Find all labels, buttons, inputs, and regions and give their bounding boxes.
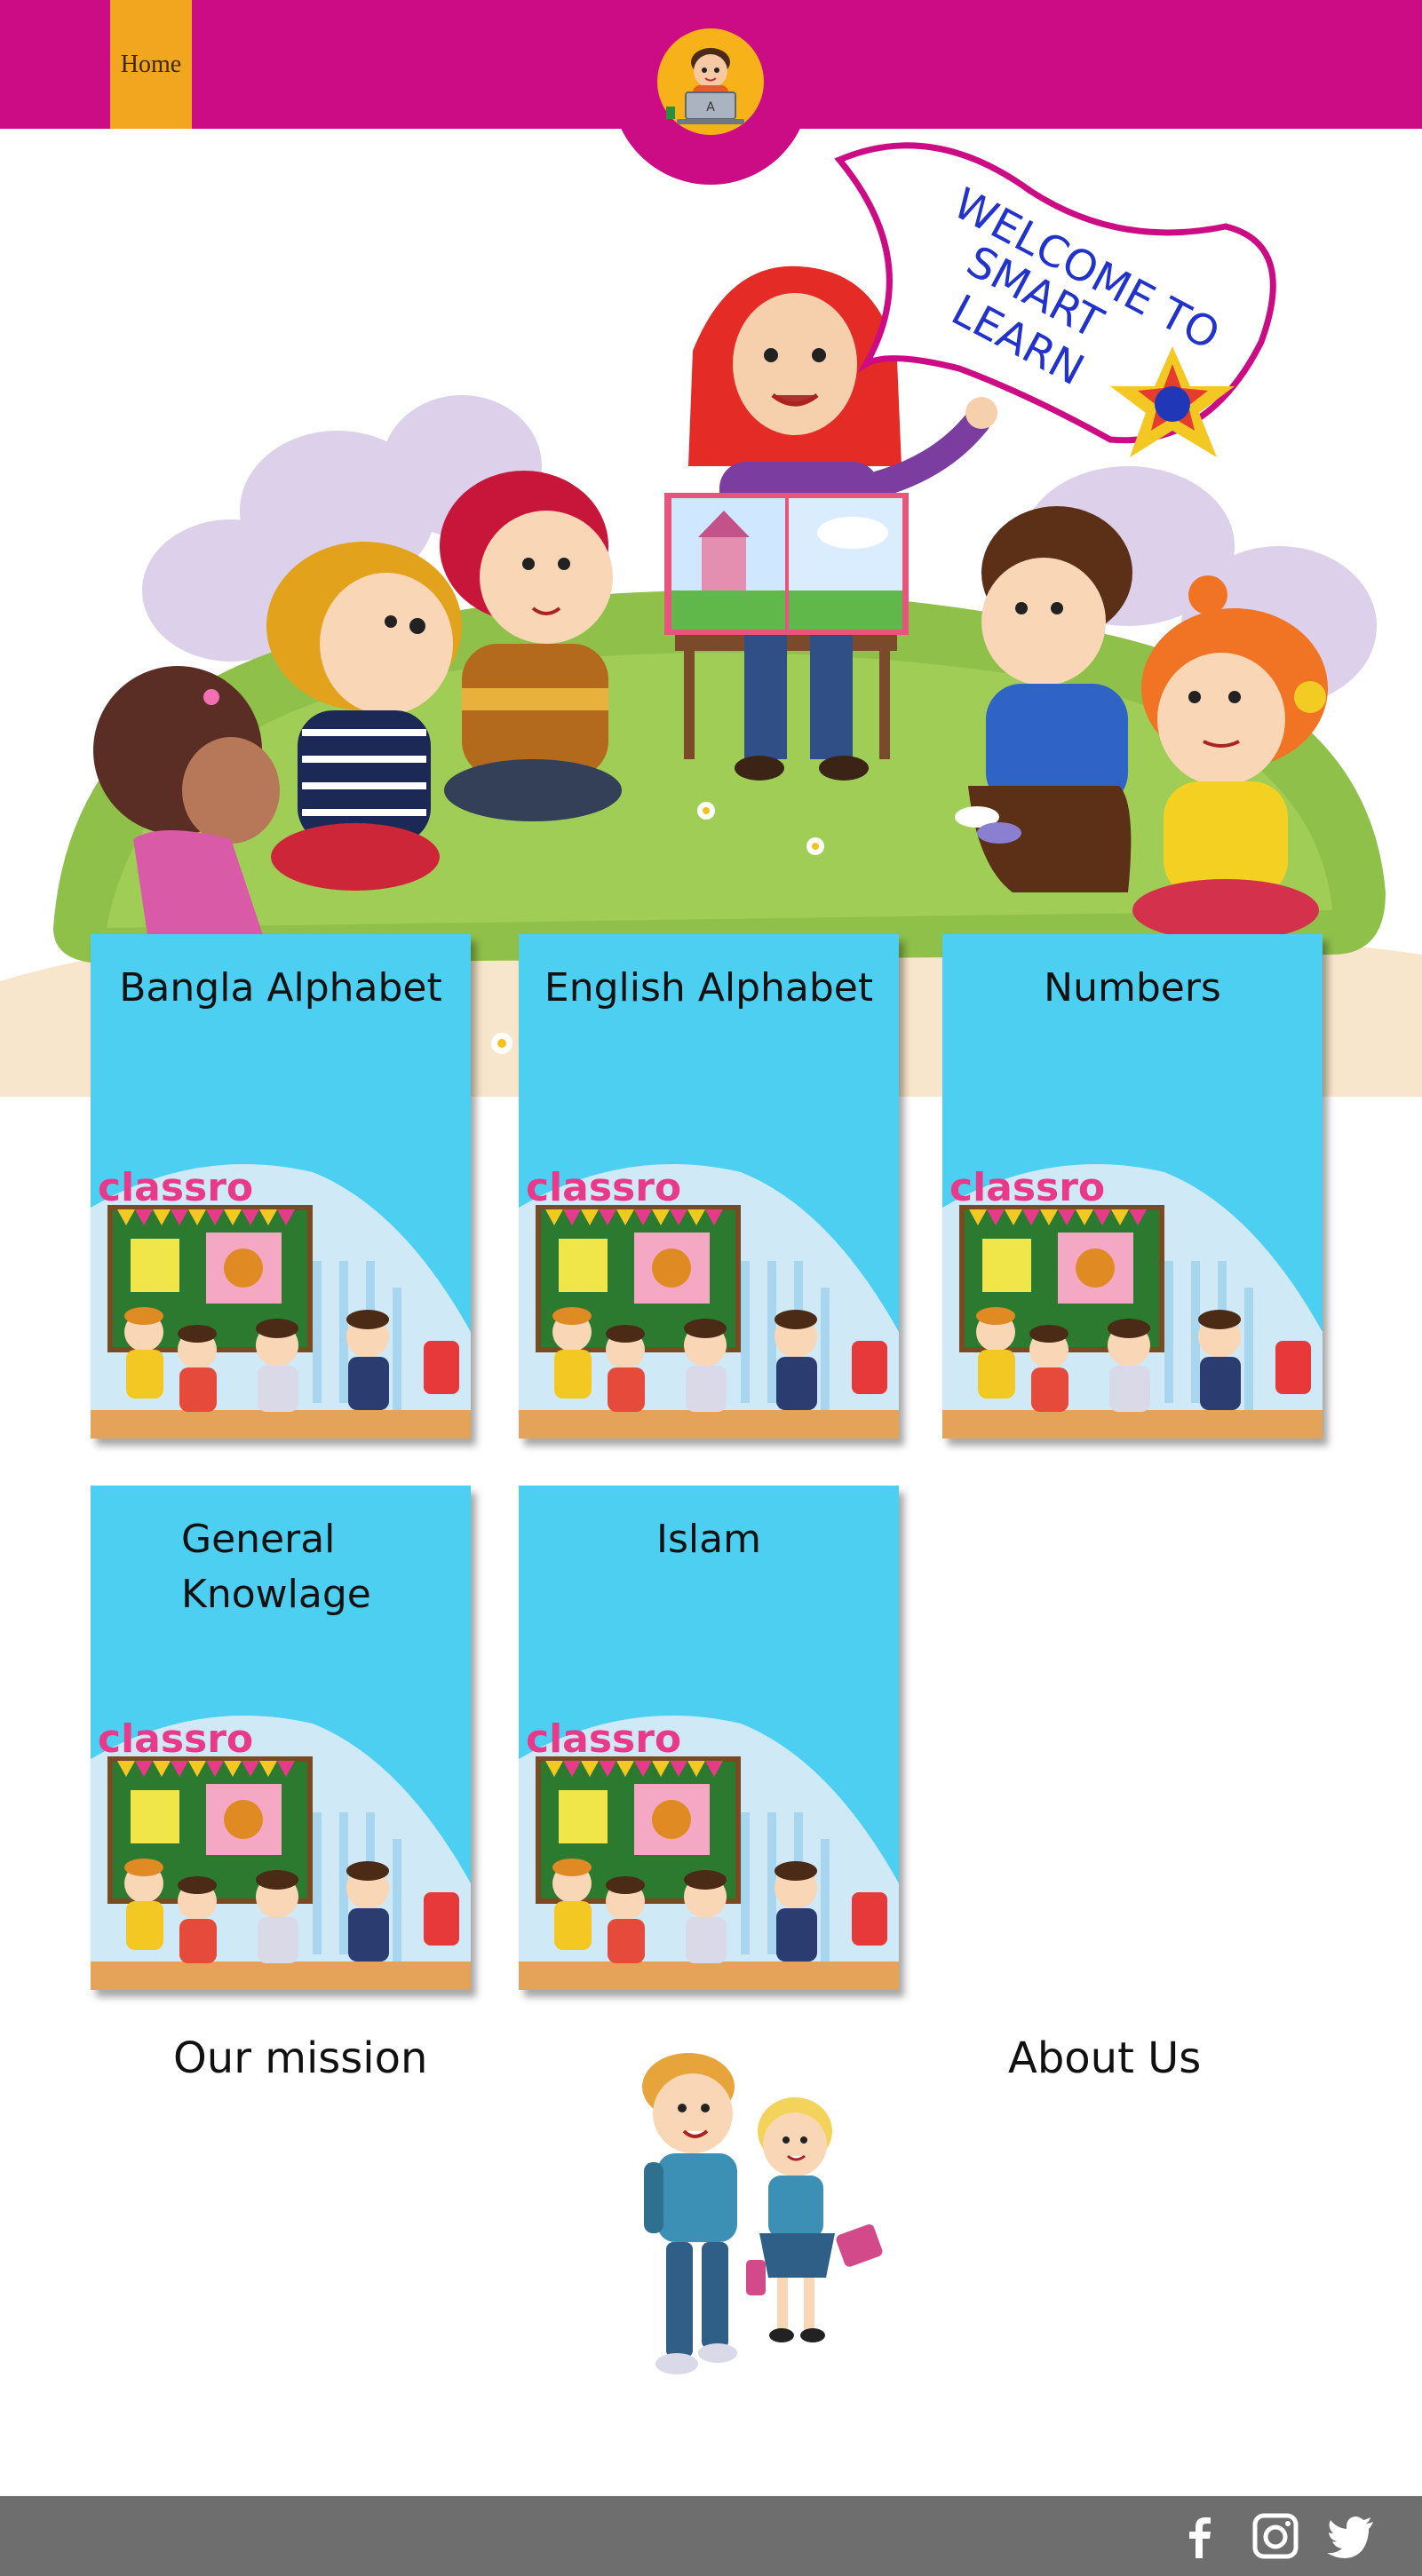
classroom-illustration [942,1154,1323,1439]
svg-text:A: A [706,100,715,115]
classroom-illustration [91,1154,471,1439]
welcome-banner: WELCOME TO SMART LEARN [834,142,1276,457]
category-card-english-alphabet[interactable]: English Alphabet [519,934,899,1439]
category-card-bangla-alphabet[interactable]: Bangla Alphabet [91,934,471,1439]
home-nav-button[interactable]: Home [110,0,192,129]
running-kids-illustration [642,2053,883,2374]
twitter-icon[interactable] [1323,2509,1378,2564]
kid-with-laptop-logo-icon[interactable]: A [641,27,780,142]
category-card-general-knowledge[interactable]: General Knowlage [91,1486,471,1990]
facebook-icon[interactable] [1172,2509,1227,2564]
instagram-icon[interactable] [1248,2509,1303,2564]
category-card-title: Islam [656,1517,761,1562]
category-card-title: Numbers [1044,965,1221,1011]
our-mission-link[interactable]: Our mission [173,2033,427,2083]
about-us-link[interactable]: About Us [1008,2033,1201,2083]
category-card-title: General Knowlage [181,1517,371,1617]
category-card-title: Bangla Alphabet [119,965,442,1011]
classroom-illustration [519,1154,899,1439]
classroom-illustration [519,1706,899,1990]
classroom-illustration [91,1706,471,1990]
category-card-islam[interactable]: Islam [519,1486,899,1990]
home-nav-label: Home [120,50,182,78]
category-card-title: English Alphabet [544,965,874,1011]
category-card-numbers[interactable]: Numbers [942,934,1323,1439]
